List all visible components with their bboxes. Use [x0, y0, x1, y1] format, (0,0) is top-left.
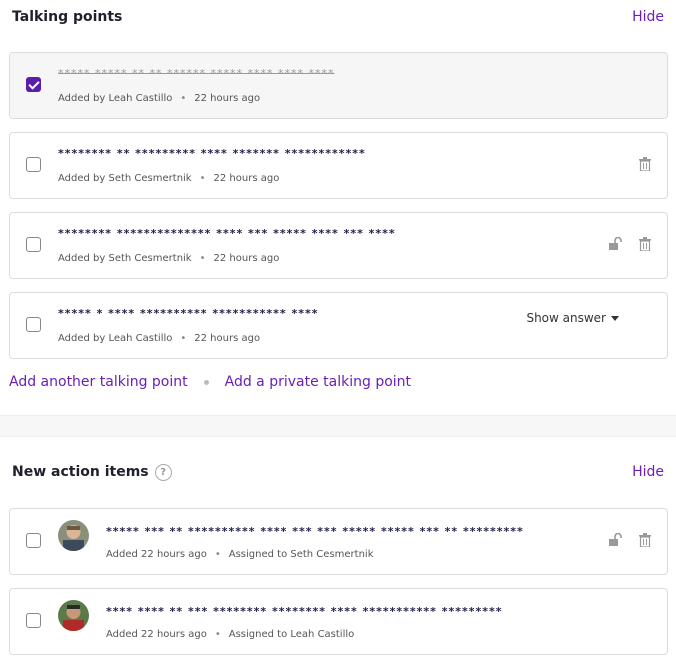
- add-talking-point-link[interactable]: Add another talking point: [9, 374, 188, 390]
- added-time: 22 hours ago: [213, 173, 280, 184]
- talking-point-checkbox[interactable]: [26, 317, 41, 332]
- avatar: [58, 600, 89, 631]
- action-item-checkbox[interactable]: [26, 533, 41, 548]
- added-by: Added by Leah Castillo: [58, 93, 173, 104]
- link-separator: [203, 379, 209, 385]
- talking-point-meta: Added by Leah Castillo • 22 hours ago: [58, 333, 260, 344]
- action-items-title: New action items: [12, 464, 149, 480]
- meta-separator: •: [214, 629, 221, 640]
- trash-icon[interactable]: [639, 533, 651, 547]
- action-item-text[interactable]: ***** *** ** ********** **** *** *** ***…: [106, 525, 524, 538]
- talking-point-checkbox[interactable]: [26, 77, 41, 92]
- talking-point-text[interactable]: ***** * **** ********** *********** ****: [58, 307, 318, 320]
- added-time: Added 22 hours ago: [106, 549, 207, 560]
- talking-point-meta: Added by Seth Cesmertnik • 22 hours ago: [58, 253, 279, 264]
- trash-icon[interactable]: [639, 157, 651, 171]
- added-by: Added by Leah Castillo: [58, 333, 173, 344]
- help-icon[interactable]: ?: [154, 463, 172, 481]
- caret-down-icon: [611, 316, 619, 321]
- talking-point-item: ******** ** ********* **** ******* *****…: [9, 132, 668, 199]
- unlock-icon[interactable]: [609, 237, 623, 251]
- assigned-to: Assigned to Leah Castillo: [228, 629, 355, 640]
- add-private-talking-point-link[interactable]: Add a private talking point: [225, 374, 411, 390]
- section-divider: [0, 415, 676, 437]
- talking-point-text[interactable]: ******** ** ********* **** ******* *****…: [58, 147, 366, 160]
- add-talking-point-links: Add another talking point Add a private …: [9, 374, 411, 390]
- action-items-hide-link[interactable]: Hide: [632, 464, 664, 480]
- action-item-meta: Added 22 hours ago • Assigned to Seth Cesm…: [106, 549, 374, 560]
- talking-point-item: ******** ************** **** *** ***** *…: [9, 212, 668, 279]
- talking-point-meta: Added by Leah Castillo • 22 hours ago: [58, 93, 260, 104]
- unlock-icon[interactable]: [609, 533, 623, 547]
- added-by: Added by Seth Cesmertnik: [58, 173, 192, 184]
- assigned-to: Assigned to Seth Cesmertnik: [228, 549, 374, 560]
- talking-point-text[interactable]: ***** ***** ** ** ****** ***** **** ****…: [58, 67, 334, 80]
- action-item-meta: Added 22 hours ago • Assigned to Leah Cast…: [106, 629, 354, 640]
- show-answer-toggle[interactable]: Show answer: [526, 311, 619, 325]
- show-answer-label: Show answer: [526, 311, 606, 325]
- talking-points-header: Talking points Hide: [0, 0, 676, 34]
- added-time: Added 22 hours ago: [106, 629, 207, 640]
- added-time: 22 hours ago: [213, 253, 280, 264]
- talking-points-title: Talking points: [12, 9, 123, 25]
- talking-point-checkbox[interactable]: [26, 237, 41, 252]
- meta-separator: •: [199, 173, 206, 184]
- added-time: 22 hours ago: [194, 93, 261, 104]
- meta-separator: •: [199, 253, 206, 264]
- avatar: [58, 520, 89, 551]
- talking-point-meta: Added by Seth Cesmertnik • 22 hours ago: [58, 173, 279, 184]
- talking-point-checkbox[interactable]: [26, 157, 41, 172]
- talking-point-item: ***** ***** ** ** ****** ***** **** ****…: [9, 52, 668, 119]
- added-time: 22 hours ago: [194, 333, 261, 344]
- action-items-title-group: New action items ?: [12, 463, 172, 481]
- talking-points-hide-link[interactable]: Hide: [632, 9, 664, 25]
- meta-separator: •: [180, 93, 187, 104]
- talking-point-text[interactable]: ******** ************** **** *** ***** *…: [58, 227, 396, 240]
- added-by: Added by Seth Cesmertnik: [58, 253, 192, 264]
- talking-point-item: ***** * **** ********** *********** ****…: [9, 292, 668, 359]
- action-item: ***** *** ** ********** **** *** *** ***…: [9, 508, 668, 575]
- trash-icon[interactable]: [639, 237, 651, 251]
- meta-separator: •: [214, 549, 221, 560]
- action-item-checkbox[interactable]: [26, 613, 41, 628]
- action-item-text[interactable]: **** **** ** *** ******** ******** **** …: [106, 605, 503, 618]
- meta-separator: •: [180, 333, 187, 344]
- action-item: **** **** ** *** ******** ******** **** …: [9, 588, 668, 655]
- action-items-header: New action items ? Hide: [0, 455, 676, 489]
